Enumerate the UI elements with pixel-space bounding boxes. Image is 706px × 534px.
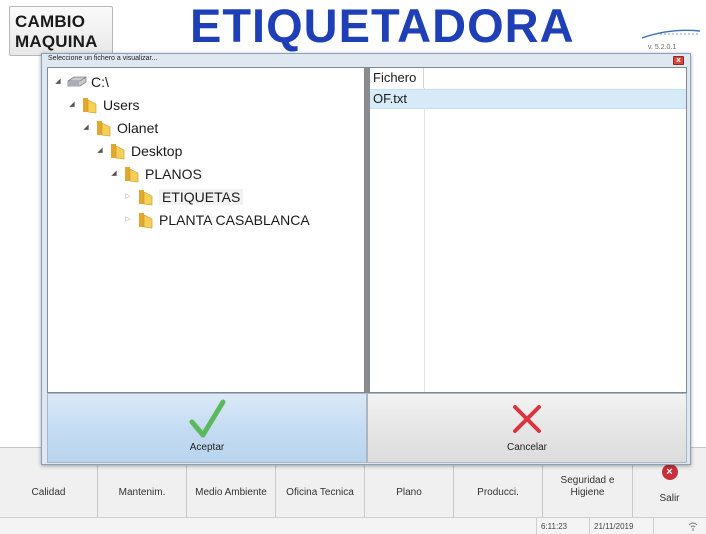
expand-arrow-icon[interactable]: ◢ [68,100,76,108]
seguridad-label-line2: Higiene [570,487,605,498]
exit-icon: × [661,464,678,480]
accept-button[interactable]: Aceptar [47,393,367,463]
collapsed-arrow-icon[interactable]: ▷ [124,192,132,200]
file-select-dialog: Seleccione un fichero a visualizar... x … [41,53,691,465]
tree-node-label: PLANOS [145,166,202,182]
expand-arrow-icon[interactable]: ◢ [54,77,62,85]
collapsed-arrow-icon[interactable]: ▷ [124,215,132,223]
tree-node-label: C:\ [91,74,109,90]
tree-node-label: ETIQUETAS [159,189,244,205]
tree-node-olanet[interactable]: ◢ Olanet [82,118,158,138]
app-title: ETIQUETADORA [190,0,575,52]
checkmark-icon [189,399,226,438]
tree-node-desktop[interactable]: ◢ Desktop [96,141,182,161]
salir-label: Salir [659,492,680,504]
status-network-cell [653,518,706,534]
file-list[interactable]: Fichero OF.txt [369,67,687,393]
tree-node-label: Olanet [117,120,159,136]
tree-node-etiquetas[interactable]: ▷ ETIQUETAS [124,187,244,207]
brand-logo-icon [641,29,701,39]
folder-icon [136,211,154,229]
folder-icon [122,165,140,183]
tree-node-users[interactable]: ◢ Users [68,95,140,115]
close-icon[interactable]: x [673,56,684,65]
folder-icon [94,119,112,137]
folder-icon [108,142,126,160]
file-row[interactable]: OF.txt [370,89,686,109]
tree-node-label: Users [103,97,140,113]
version-label: v. 5.2.0.1 [648,44,677,51]
column-header-fichero[interactable]: Fichero [370,68,424,88]
cancel-x-icon [513,405,541,433]
folder-icon [136,188,154,206]
status-time: 6:11:23 [536,518,589,534]
tree-node-planta-casablanca[interactable]: ▷ PLANTA CASABLANCA [124,210,310,230]
status-bar: 6:11:23 21/11/2019 [0,517,706,534]
expand-arrow-icon[interactable]: ◢ [96,146,104,154]
drive-icon [66,75,88,89]
accept-label: Aceptar [189,442,225,453]
expand-arrow-icon[interactable]: ◢ [110,169,118,177]
tree-node-label: Desktop [131,143,183,159]
expand-arrow-icon[interactable]: ◢ [82,123,90,131]
cambio-maquina-button[interactable]: CAMBIO MAQUINA [9,6,113,56]
tree-node-planos[interactable]: ◢ PLANOS [110,164,202,184]
app-window: CAMBIO MAQUINA ETIQUETADORA v. 5.2.0.1 C… [0,0,706,534]
cancel-button[interactable]: Cancelar [367,393,687,463]
network-icon [688,522,698,531]
tree-node-label: PLANTA CASABLANCA [159,212,310,228]
status-date: 21/11/2019 [589,518,653,534]
cancel-label: Cancelar [506,442,548,453]
folder-tree[interactable]: ◢ C:\ ◢ Users ◢ Olanet ◢ Desktop ◢ PLANO… [47,67,365,393]
seguridad-label-line1: Seguridad e [560,475,615,486]
dialog-title: Seleccione un fichero a visualizar... [48,55,158,62]
cambio-label-line2: MAQUINA [15,32,98,51]
tree-node-drive[interactable]: ◢ C:\ [54,72,109,92]
cambio-label-line1: CAMBIO [15,12,86,31]
folder-icon [80,96,98,114]
column-divider [424,88,425,392]
